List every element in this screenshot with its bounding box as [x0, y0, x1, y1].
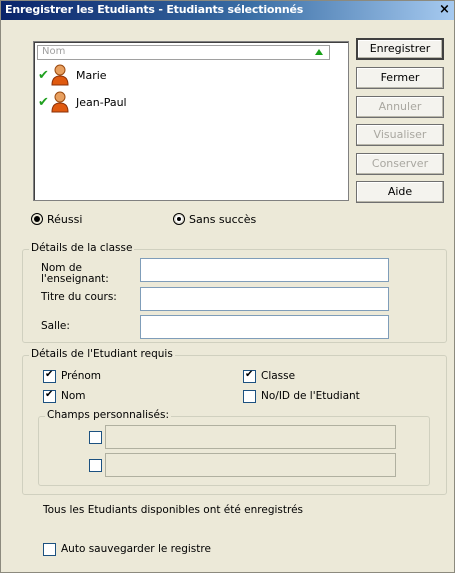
last-name-checkbox[interactable]	[43, 389, 56, 403]
teacher-name-input[interactable]	[140, 258, 389, 282]
student-details-legend: Détails de l'Etudiant requis	[29, 348, 175, 360]
title-bar: Enregistrer les Etudiants - Etudiants sé…	[1, 1, 454, 20]
checkmark-icon: ✔	[38, 68, 49, 83]
autosave-label: Auto sauvegarder le registre	[61, 543, 211, 555]
help-button[interactable]: Aide	[356, 181, 444, 203]
student-list[interactable]: Nom ✔ Marie ✔ Jean-Paul	[33, 41, 349, 201]
window-title: Enregistrer les Etudiants - Etudiants sé…	[5, 3, 304, 16]
course-title-input[interactable]	[140, 287, 389, 311]
custom-field-1-input[interactable]	[105, 425, 396, 449]
student-id-label: No/ID de l'Etudiant	[261, 390, 360, 402]
person-icon	[51, 91, 69, 113]
list-item[interactable]: ✔ Marie	[38, 64, 238, 86]
sort-ascending-icon	[315, 49, 323, 55]
convert-button[interactable]: Conserver	[356, 153, 444, 175]
class-label: Classe	[261, 370, 296, 382]
checkmark-icon: ✔	[38, 95, 49, 110]
status-failure-label: Sans succès	[189, 213, 257, 226]
status-success: Réussi	[31, 213, 82, 226]
dialog-window: Enregistrer les Etudiants - Etudiants sé…	[0, 0, 455, 573]
list-item-label: Jean-Paul	[76, 96, 127, 109]
status-message: Tous les Etudiants disponibles ont été e…	[43, 504, 304, 516]
class-details-legend: Détails de la classe	[29, 242, 135, 254]
list-item-label: Marie	[76, 69, 107, 82]
room-label: Salle:	[41, 320, 70, 332]
autosave-checkbox[interactable]	[43, 543, 56, 556]
teacher-label: Nom de l'enseignant:	[41, 262, 109, 285]
status-failure: Sans succès	[173, 213, 256, 226]
room-input[interactable]	[140, 315, 389, 339]
custom-field-1-checkbox[interactable]	[89, 431, 102, 444]
save-button[interactable]: Enregistrer	[356, 38, 444, 60]
first-name-label: Prénom	[61, 370, 102, 382]
first-name-checkbox[interactable]	[43, 369, 56, 383]
student-id-checkbox[interactable]	[243, 390, 256, 403]
person-icon	[51, 64, 69, 86]
status-success-label: Réussi	[47, 213, 83, 226]
cancel-button[interactable]: Annuler	[356, 96, 444, 118]
custom-fields-legend: Champs personnalisés:	[45, 409, 171, 421]
class-checkbox[interactable]	[243, 369, 256, 383]
view-button[interactable]: Visualiser	[356, 124, 444, 146]
list-column-header[interactable]: Nom	[37, 45, 330, 60]
course-title-label: Titre du cours:	[41, 291, 117, 303]
failure-icon	[173, 213, 185, 225]
last-name-label: Nom	[61, 390, 86, 402]
custom-field-2-input[interactable]	[105, 453, 396, 477]
column-header-name: Nom	[42, 46, 66, 57]
close-button[interactable]: Fermer	[356, 67, 444, 89]
list-item[interactable]: ✔ Jean-Paul	[38, 91, 238, 113]
close-icon[interactable]: ×	[437, 2, 452, 18]
custom-field-2-checkbox[interactable]	[89, 459, 102, 472]
success-icon	[31, 213, 43, 225]
